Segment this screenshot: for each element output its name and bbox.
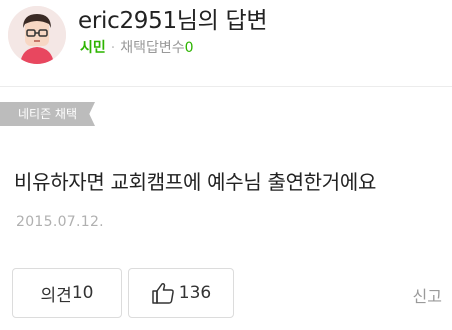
thumbs-up-icon: [152, 282, 174, 304]
answer-card: eric2951님의 답변 시민 · 채택답변수0 네티즌 채택 비유하자면 교회캠…: [0, 0, 452, 330]
adopted-answers-count: 0: [184, 40, 194, 56]
comment-label: 의견: [40, 285, 72, 306]
user-rank: 시민: [80, 40, 106, 56]
header-divider: [0, 86, 452, 87]
netizen-adopted-badge: 네티즌 채택: [0, 102, 95, 126]
avatar-character-icon: [8, 6, 66, 64]
adopted-answers-label: 채택답변수: [120, 40, 185, 56]
comment-button[interactable]: 의견 10: [12, 268, 122, 318]
comment-count: 10: [71, 283, 94, 303]
like-count: 136: [178, 283, 212, 303]
answer-date: 2015.07.12.: [16, 214, 104, 230]
page-title[interactable]: eric2951님의 답변: [78, 6, 268, 36]
answer-text: 비유하자면 교회캠프에 예수님 출연한거에요: [14, 170, 377, 194]
meta-separator: ·: [110, 40, 116, 56]
report-link[interactable]: 신고: [413, 283, 442, 307]
like-button[interactable]: 136: [128, 268, 234, 318]
avatar[interactable]: [8, 6, 66, 64]
user-meta: 시민 · 채택답변수0: [80, 39, 194, 57]
